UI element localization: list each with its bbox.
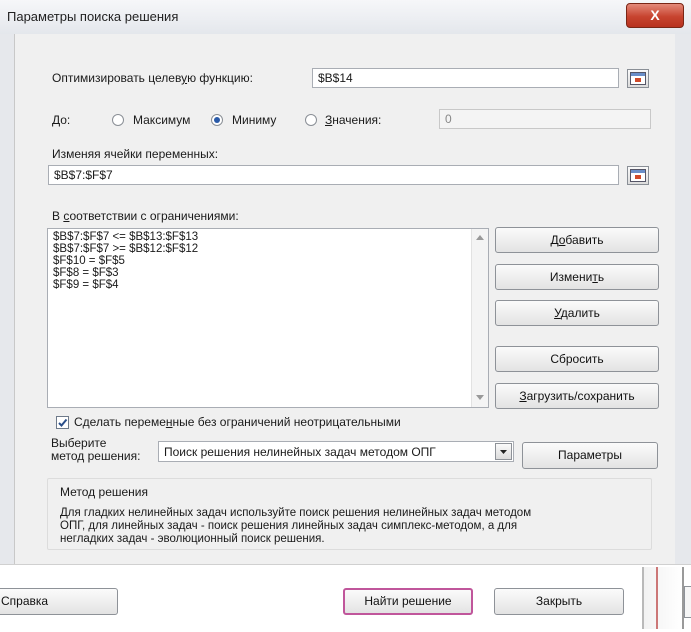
list-item[interactable]: $F$10 = $F$5 [53,255,125,267]
list-item[interactable]: $B$7:$F$7 >= $B$12:$F$12 [53,243,198,255]
load-save-button[interactable]: Загрузить/сохранить [495,383,659,409]
background-left [0,34,14,564]
method-select[interactable]: Поиск решения нелинейных задач методом О… [158,441,514,462]
change-button[interactable]: Изменить [495,264,659,290]
radio-max[interactable] [112,114,124,126]
to-label: До: [52,113,71,127]
nonnegative-label: Сделать переменные без ограничений неотр… [74,415,401,429]
cell-reference-icon [630,169,646,182]
parameters-button[interactable]: Параметры [522,442,658,469]
radio-max-label: Максимум [133,113,191,127]
list-item[interactable]: $F$8 = $F$3 [53,267,119,279]
variables-label: Изменяя ячейки переменных: [52,147,219,161]
method-group-title: Метод решения [60,485,148,499]
radio-value-label: Значения: [325,113,382,127]
scroll-up-icon[interactable] [476,235,484,240]
cell-reference-icon [630,72,646,85]
objective-label: Оптимизировать целевую функцию: [52,71,253,85]
chevron-down-icon [500,450,507,454]
help-button[interactable]: Справка [0,588,118,615]
radio-value[interactable] [305,114,317,126]
method-select-value: Поиск решения нелинейных задач методом О… [164,445,436,459]
footer-divider [0,564,691,565]
edge-line [656,567,658,629]
dropdown-arrow[interactable] [495,443,512,460]
radio-min-label: Миниму [232,113,277,127]
close-button[interactable]: Закрыть [494,588,624,615]
list-item[interactable]: $F$9 = $F$4 [53,279,119,291]
constraints-scrollbar[interactable] [471,229,488,407]
delete-button[interactable]: Удалить [495,300,659,326]
scroll-down-icon[interactable] [476,395,484,400]
constraints-label: В соответствии с ограничениями: [52,209,239,223]
variables-ref-button[interactable] [627,166,649,185]
value-of-input[interactable]: 0 [439,109,651,129]
add-button[interactable]: Добавить [495,227,659,253]
method-label: Выберите метод решения: [51,436,141,463]
radio-min[interactable] [211,114,223,126]
variables-input[interactable]: $B$7:$F$7 [48,165,619,185]
checkmark-icon [58,418,68,427]
reset-button[interactable]: Сбросить [495,346,659,372]
objective-ref-button[interactable] [627,69,649,88]
method-description-line: негладких задач - эволюционный поиск реш… [60,533,325,545]
solve-button[interactable]: Найти решение [343,588,473,615]
nonnegative-checkbox[interactable] [56,416,69,429]
list-item[interactable]: $B$7:$F$7 <= $B$13:$F$13 [53,231,198,243]
close-window-button[interactable]: X [626,3,684,28]
partial-button[interactable] [684,586,691,618]
method-description-line: ОПГ, для линейных задач - поиск решения … [60,520,518,532]
objective-input[interactable]: $B$14 [312,68,619,88]
window-edge-decoration [642,567,684,629]
window-title: Параметры поиска решения [7,9,179,24]
constraints-list[interactable]: $B$7:$F$7 <= $B$13:$F$13 $B$7:$F$7 >= $B… [47,228,489,408]
method-description-line: Для гладких нелинейных задач используйте… [60,507,532,519]
background-right [675,34,691,564]
